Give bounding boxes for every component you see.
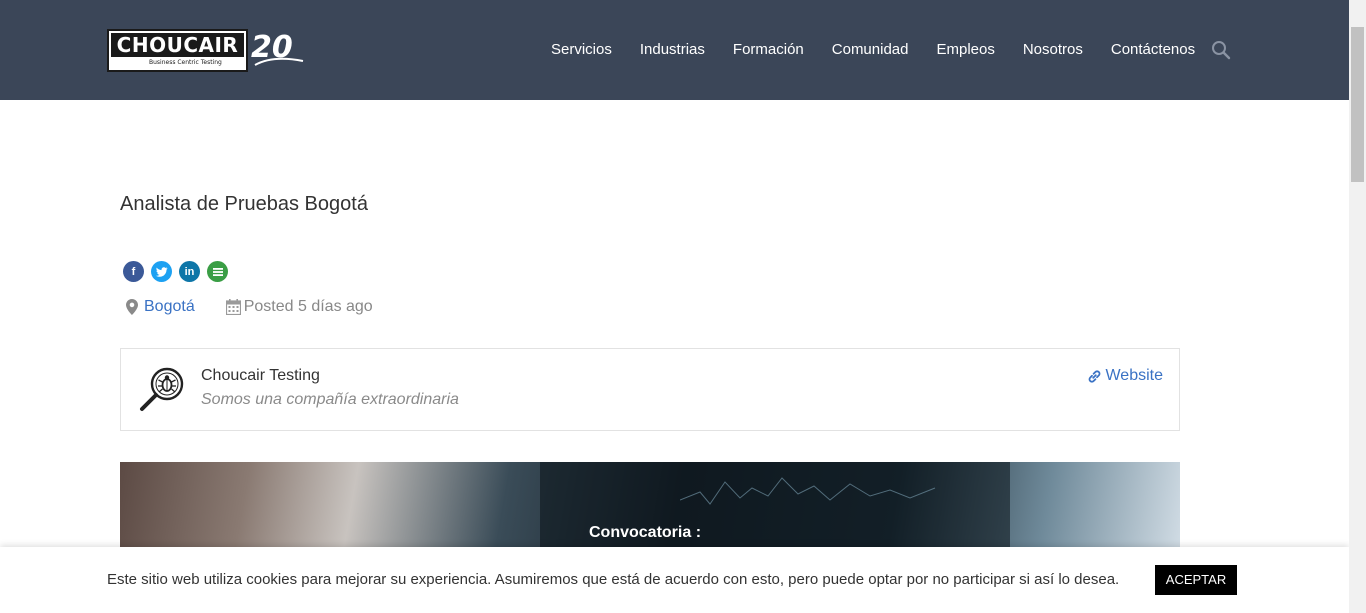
bug-magnifier-icon xyxy=(140,367,184,411)
job-location-link[interactable]: Bogotá xyxy=(144,298,195,316)
location-pin-icon xyxy=(126,299,138,315)
nav-item-contactenos[interactable]: Contáctenos xyxy=(1111,40,1195,60)
facebook-icon[interactable]: f xyxy=(123,261,144,282)
share-buttons: f in xyxy=(123,261,235,282)
nav-item-empleos[interactable]: Empleos xyxy=(936,40,994,60)
main-nav: Servicios Industrias Formación Comunidad… xyxy=(551,40,1223,60)
twitter-icon[interactable] xyxy=(151,261,172,282)
chart-graphic xyxy=(680,477,936,505)
company-tagline: Somos una compañía extraordinaria xyxy=(201,391,459,408)
nav-item-industrias[interactable]: Industrias xyxy=(640,40,705,60)
scrollbar-thumb[interactable] xyxy=(1351,27,1364,182)
search-icon[interactable] xyxy=(1211,40,1231,60)
logo-wordmark: CHOUCAIR xyxy=(111,33,244,57)
logo-tagline: Business Centric Testing xyxy=(149,59,222,66)
nav-item-comunidad[interactable]: Comunidad xyxy=(832,40,909,60)
logo-box: CHOUCAIR Business Centric Testing xyxy=(107,29,248,72)
company-name: Choucair Testing xyxy=(201,367,320,384)
company-card: Choucair Testing Somos una compañía extr… xyxy=(120,348,1180,431)
page: CHOUCAIR Business Centric Testing 20 Ser… xyxy=(0,0,1366,613)
posted-date: Posted 5 días ago xyxy=(243,298,373,315)
website-label: Website xyxy=(1105,367,1163,384)
nav-item-nosotros[interactable]: Nosotros xyxy=(1023,40,1083,60)
site-header: CHOUCAIR Business Centric Testing 20 Ser… xyxy=(0,0,1349,100)
calendar-icon xyxy=(225,299,241,315)
nav-item-formacion[interactable]: Formación xyxy=(733,40,804,60)
link-icon xyxy=(1089,369,1101,383)
nav-item-servicios[interactable]: Servicios xyxy=(551,40,612,60)
banner-caption: Convocatoria : xyxy=(589,524,702,541)
company-website-link[interactable]: Website xyxy=(1087,367,1163,385)
accept-cookies-button[interactable]: ACEPTAR xyxy=(1155,565,1237,595)
job-meta: Bogotá Posted 5 días ago xyxy=(126,298,373,316)
choucair-logo[interactable]: CHOUCAIR Business Centric Testing 20 xyxy=(107,29,307,73)
job-title: Analista de Pruebas Bogotá xyxy=(120,193,368,215)
more-share-icon[interactable] xyxy=(207,261,228,282)
cookie-message: Este sitio web utiliza cookies para mejo… xyxy=(107,571,1120,588)
swoosh-icon xyxy=(254,57,304,66)
linkedin-icon[interactable]: in xyxy=(179,261,200,282)
cookie-consent-bar: Este sitio web utiliza cookies para mejo… xyxy=(0,547,1349,613)
